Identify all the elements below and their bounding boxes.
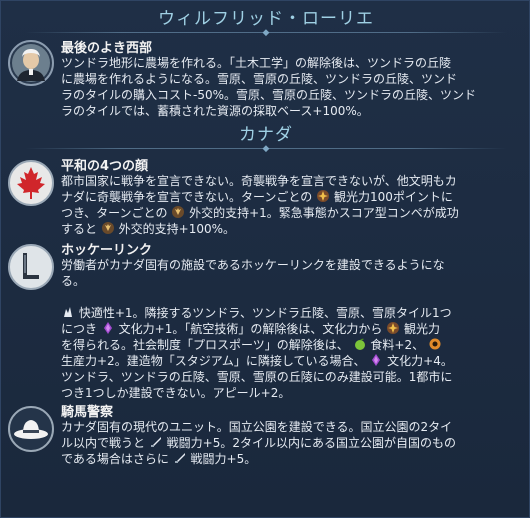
text-line: につき 文化力+1。「航空技術」の解除後は、文化力から 観光力 [61, 321, 441, 336]
diplomatic-favor-icon [171, 205, 185, 219]
ability-description: カナダ固有の現代のユニット。国立公園を建設できる。国立公園の2タイ ル以内で戦う… [61, 419, 523, 467]
text-line: ラのタイルでは、蓄積された資源の採取ベース+100%。 [61, 104, 369, 118]
text-line: を得られる。社会制度「プロスポーツ」の解除後は、 食料+2、 [61, 337, 523, 353]
ability-description: 労働者がカナダ固有の施設であるホッケーリンクを建設できるようにな る。 快適性+… [61, 257, 523, 401]
text-line: ラのタイルの購入コスト-50%。雪原、雪原の丘陵、ツンドラの丘陵、ツンド [61, 88, 477, 102]
text-line: 生産力+2。建造物「スタジアム」に隣接している場合、 文化力+4。 [61, 353, 453, 368]
amenity-icon [61, 305, 75, 319]
mountie-hat-icon [7, 405, 55, 453]
laurier-portrait-icon [7, 39, 55, 87]
production-icon [428, 337, 442, 351]
culture-icon [369, 353, 383, 367]
text-line: ナダに奇襲戦争を宣言できない。ターンごとの 観光力100ポイントに [61, 189, 453, 204]
divider-ornament-icon: ◆ [262, 28, 270, 38]
divider-ornament-icon: ◆ [262, 144, 270, 154]
text-line: に農場を作れるようになる。雪原、雪原の丘陵、ツンドラの丘陵、ツンド [61, 72, 458, 86]
text-line: つき、ターンごとの 外交的支持+1。緊急事態かスコア型コンペが成功 [61, 205, 459, 220]
combat-strength-icon [173, 451, 187, 465]
text-line: 都市国家に戦争を宣言できない。奇襲戦争を宣言できないが、他文明もカ [61, 174, 457, 188]
text-line: 快適性+1。隣接するツンドラ、ツンドラ丘陵、雪原、雪原タイル1つ [61, 305, 523, 321]
text-line: すると 外交的支持+100%。 [61, 221, 236, 236]
ability-heading: 騎馬警察 [61, 405, 114, 420]
ability-heading: 平和の4つの顔 [61, 159, 149, 174]
tooltip-panel: ウィルフリッド・ローリエ ◆ 最後のよき西部 ツンドラ地形に農場を作れる。「土木… [0, 0, 530, 518]
text-line: つき1つしか建設できない。アピール+2。 [61, 386, 291, 400]
text-line: ツンドラ地形に農場を作れる。「土木工学」の解除後は、ツンドラの丘陵 [61, 56, 452, 70]
text-line: である場合はさらに 戦闘力+5。 [61, 451, 257, 466]
combat-strength-icon [149, 435, 163, 449]
tourism-icon [316, 189, 330, 203]
hockey-rink-icon [7, 243, 55, 291]
ability-heading: ホッケーリンク [61, 243, 153, 258]
text-line: ツンドラ、ツンドラの丘陵、雪原、雪原の丘陵にのみ建設可能。1都市に [61, 370, 453, 384]
diplomatic-favor-icon [101, 221, 115, 235]
ability-description: 都市国家に戦争を宣言できない。奇襲戦争を宣言できないが、他文明もカ ナダに奇襲戦… [61, 173, 523, 237]
food-icon [353, 337, 367, 351]
culture-icon [101, 321, 115, 335]
text-line: 労働者がカナダ固有の施設であるホッケーリンクを建設できるようにな [61, 258, 445, 272]
text-line: カナダ固有の現代のユニット。国立公園を建設できる。国立公園の2タイ [61, 420, 453, 434]
text-line: ル以内で戦うと 戦闘力+5。2タイル以内にある国立公園が自国のもの [61, 435, 456, 450]
ability-heading: 最後のよき西部 [61, 41, 153, 56]
text-line: る。 [61, 274, 86, 288]
ability-description: ツンドラ地形に農場を作れる。「土木工学」の解除後は、ツンドラの丘陵 に農場を作れ… [61, 55, 523, 119]
maple-leaf-icon [7, 159, 55, 207]
tourism-icon [386, 321, 400, 335]
